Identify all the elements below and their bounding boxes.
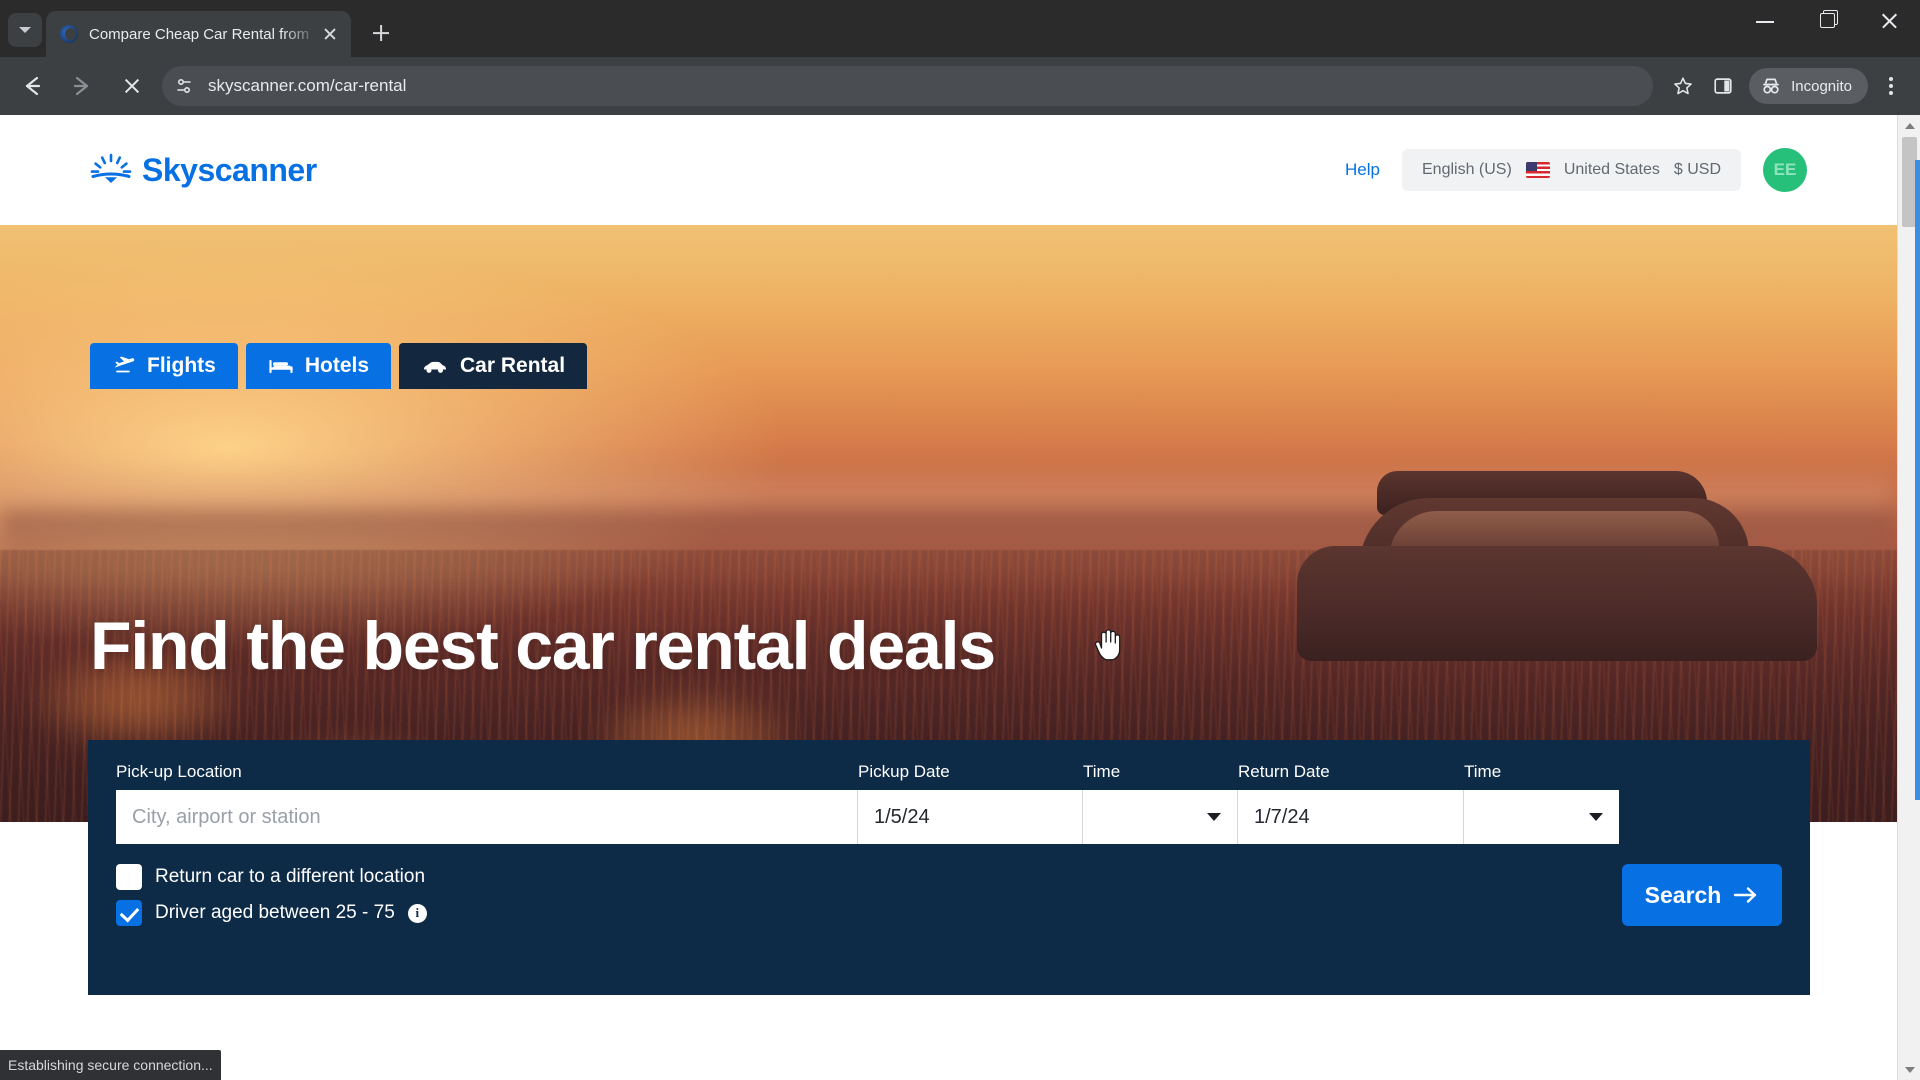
return-date-value: 1/7/24	[1254, 805, 1310, 828]
car-body	[1297, 546, 1817, 661]
car-silhouette	[1297, 471, 1857, 673]
info-icon[interactable]: i	[407, 903, 427, 923]
help-link[interactable]: Help	[1345, 160, 1380, 180]
tab-title: Compare Cheap Car Rental from	[89, 25, 310, 43]
forward-icon	[62, 66, 102, 106]
window-controls	[1734, 0, 1920, 57]
maximize-icon[interactable]	[1796, 0, 1858, 40]
search-options: Return car to a different location Drive…	[116, 864, 1782, 936]
chevron-down-icon	[1589, 813, 1603, 821]
us-flag-icon	[1525, 162, 1550, 178]
url-text[interactable]: skyscanner.com/car-rental	[208, 76, 1645, 96]
browser-menu-icon[interactable]	[1874, 66, 1908, 106]
pickup-time-field: Time	[1083, 762, 1238, 844]
address-bar[interactable]: skyscanner.com/car-rental	[162, 66, 1654, 106]
mouse-cursor	[1092, 626, 1122, 669]
pickup-date-field: Pickup Date 1/5/24	[858, 762, 1083, 844]
window-close-icon[interactable]	[1858, 0, 1920, 40]
country-value: United States	[1563, 161, 1660, 178]
incognito-icon	[1763, 78, 1779, 94]
avatar-initials: EE	[1773, 160, 1797, 179]
close-icon[interactable]	[319, 23, 341, 45]
site-info-icon[interactable]	[168, 70, 200, 102]
skyscanner-favicon	[60, 25, 78, 43]
return-time-field: Time	[1464, 762, 1619, 844]
browser-window: Compare Cheap Car Rental from skyscanner…	[0, 0, 1920, 1080]
header-actions: Help English (US) United States $ USD EE	[1345, 148, 1807, 192]
bookmark-star-icon[interactable]	[1663, 66, 1703, 106]
car-rental-search-form: Pick-up Location City, airport or statio…	[88, 740, 1810, 995]
pickup-location-input[interactable]: City, airport or station	[116, 790, 858, 844]
search-button-label: Search	[1644, 881, 1722, 908]
tab-search-button[interactable]	[8, 13, 42, 47]
option-different-return-location[interactable]: Return car to a different location	[116, 864, 427, 890]
return-time-select[interactable]	[1464, 790, 1619, 844]
driver-age-checkbox[interactable]	[116, 900, 142, 926]
pickup-date-value: 1/5/24	[874, 805, 930, 828]
pickup-location-field: Pick-up Location City, airport or statio…	[116, 762, 858, 844]
pickup-date-label: Pickup Date	[858, 762, 950, 781]
incognito-badge[interactable]: Incognito	[1749, 68, 1868, 104]
browser-tab[interactable]: Compare Cheap Car Rental from	[46, 11, 351, 57]
tab-hotels-label: Hotels	[304, 354, 370, 377]
tab-car-rental[interactable]: Car Rental	[399, 343, 588, 389]
avatar[interactable]: EE	[1763, 148, 1807, 192]
search-options-list: Return car to a different location Drive…	[116, 864, 427, 936]
pickup-date-input[interactable]: 1/5/24	[858, 790, 1083, 844]
bed-icon	[269, 359, 293, 374]
pickup-time-label: Time	[1083, 762, 1121, 781]
chevron-down-icon	[19, 27, 31, 33]
pickup-location-label: Pick-up Location	[116, 762, 242, 781]
plane-icon	[114, 356, 135, 373]
option-driver-age[interactable]: Driver aged between 25 - 75 i	[116, 900, 427, 926]
page-viewport: Skyscanner Help English (US) United Stat…	[0, 115, 1920, 1080]
car-icon	[424, 361, 447, 373]
focus-indicator	[1915, 160, 1920, 800]
return-date-label: Return Date	[1238, 762, 1330, 781]
return-date-field: Return Date 1/7/24	[1238, 762, 1464, 844]
tab-car-rental-label: Car Rental	[460, 354, 566, 377]
site-header: Skyscanner Help English (US) United Stat…	[0, 115, 1897, 225]
pickup-time-select[interactable]	[1083, 790, 1238, 844]
tab-flights-label: Flights	[147, 354, 216, 377]
page-title: Find the best car rental deals	[90, 608, 996, 684]
menu-dot	[1889, 84, 1893, 88]
search-button[interactable]: Search	[1622, 864, 1782, 926]
language-value: English (US)	[1422, 161, 1512, 178]
menu-dot	[1889, 77, 1893, 81]
locale-currency-selector[interactable]: English (US) United States $ USD	[1402, 149, 1741, 191]
chevron-down-icon	[1207, 813, 1221, 821]
menu-dot	[1889, 91, 1893, 95]
return-time-label: Time	[1464, 762, 1502, 781]
tab-flights[interactable]: Flights	[90, 343, 238, 389]
different-location-checkbox[interactable]	[116, 864, 142, 890]
status-bar: Establishing secure connection...	[0, 1050, 221, 1080]
stop-loading-icon[interactable]	[112, 66, 152, 106]
status-text: Establishing secure connection...	[8, 1057, 213, 1073]
side-panel-icon[interactable]	[1703, 66, 1743, 106]
return-date-input[interactable]: 1/7/24	[1238, 790, 1464, 844]
skyscanner-page: Skyscanner Help English (US) United Stat…	[0, 115, 1897, 1080]
incognito-label: Incognito	[1791, 77, 1852, 95]
search-field-row: Pick-up Location City, airport or statio…	[116, 762, 1782, 844]
product-nav-tabs: Flights Hotels Car Rental	[90, 343, 588, 389]
skyscanner-logo[interactable]: Skyscanner	[90, 152, 317, 189]
driver-age-label: Driver aged between 25 - 75	[155, 902, 395, 923]
minimize-icon[interactable]	[1734, 0, 1796, 40]
back-icon[interactable]	[12, 66, 52, 106]
scroll-up-icon[interactable]	[1898, 115, 1920, 135]
different-location-label: Return car to a different location	[155, 866, 426, 887]
currency-value: $ USD	[1673, 161, 1721, 178]
new-tab-button[interactable]	[363, 15, 399, 51]
arrow-right-icon	[1734, 887, 1757, 903]
logo-text: Skyscanner	[142, 151, 317, 188]
scroll-down-icon[interactable]	[1898, 1060, 1920, 1080]
browser-toolbar: skyscanner.com/car-rental Incognito	[0, 57, 1920, 115]
tab-hotels[interactable]: Hotels	[245, 343, 392, 389]
tab-strip: Compare Cheap Car Rental from	[0, 0, 1920, 57]
pickup-location-placeholder: City, airport or station	[132, 805, 321, 828]
sunburst-icon	[90, 153, 132, 183]
